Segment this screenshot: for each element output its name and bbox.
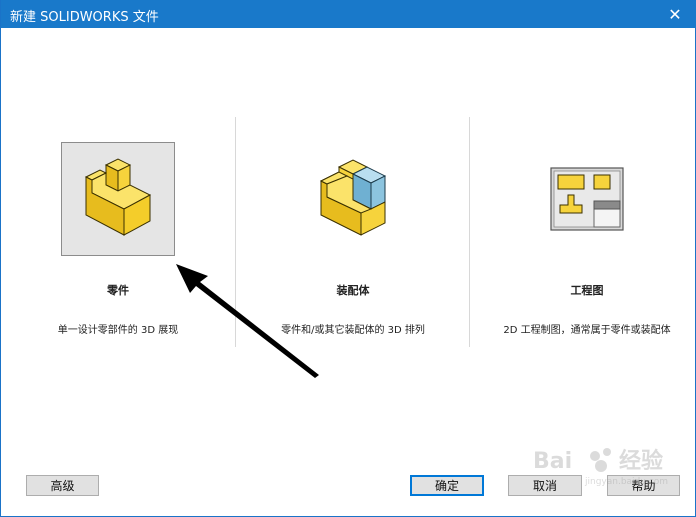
option-assembly-description: 零件和/或其它装配体的 3D 排列 (281, 325, 425, 336)
watermark-text: 经验 (619, 448, 663, 474)
option-assembly-label: 装配体 (336, 284, 370, 297)
watermark-url: jingyan.baidu.com (584, 477, 668, 487)
drawing-icon (550, 167, 624, 231)
assembly-icon (319, 159, 387, 236)
svg-text:Bai: Bai (533, 449, 572, 474)
drawing-icon-tile[interactable] (530, 142, 644, 256)
option-part[interactable]: 零件 单一设计零部件的 3D 展现 (1, 118, 235, 348)
part-icon-tile[interactable] (61, 142, 175, 256)
close-button[interactable]: ✕ (653, 0, 696, 28)
assembly-icon-tile[interactable] (296, 142, 410, 256)
part-icon (84, 158, 152, 236)
watermark-logo: Bai 经验 jingyan.baidu.com (533, 448, 668, 487)
new-document-dialog: 新建 SOLIDWORKS 文件 ✕ 零件 单一设计零部件的 3D 展现 装配体… (0, 0, 696, 517)
ok-button[interactable]: 确定 (410, 475, 484, 496)
option-part-label: 零件 (107, 284, 129, 297)
option-assembly[interactable]: 装配体 零件和/或其它装配体的 3D 排列 (236, 118, 470, 348)
option-drawing[interactable]: 工程图 2D 工程制图，通常属于零件或装配体 (470, 118, 696, 348)
window-title: 新建 SOLIDWORKS 文件 (10, 10, 159, 25)
option-drawing-description: 2D 工程制图，通常属于零件或装配体 (503, 325, 671, 336)
close-icon: ✕ (668, 4, 682, 24)
option-drawing-label: 工程图 (570, 284, 604, 297)
advanced-button[interactable]: 高级 (26, 475, 99, 496)
title-bar[interactable]: 新建 SOLIDWORKS 文件 ✕ (1, 0, 696, 28)
option-part-description: 单一设计零部件的 3D 展现 (57, 325, 179, 336)
